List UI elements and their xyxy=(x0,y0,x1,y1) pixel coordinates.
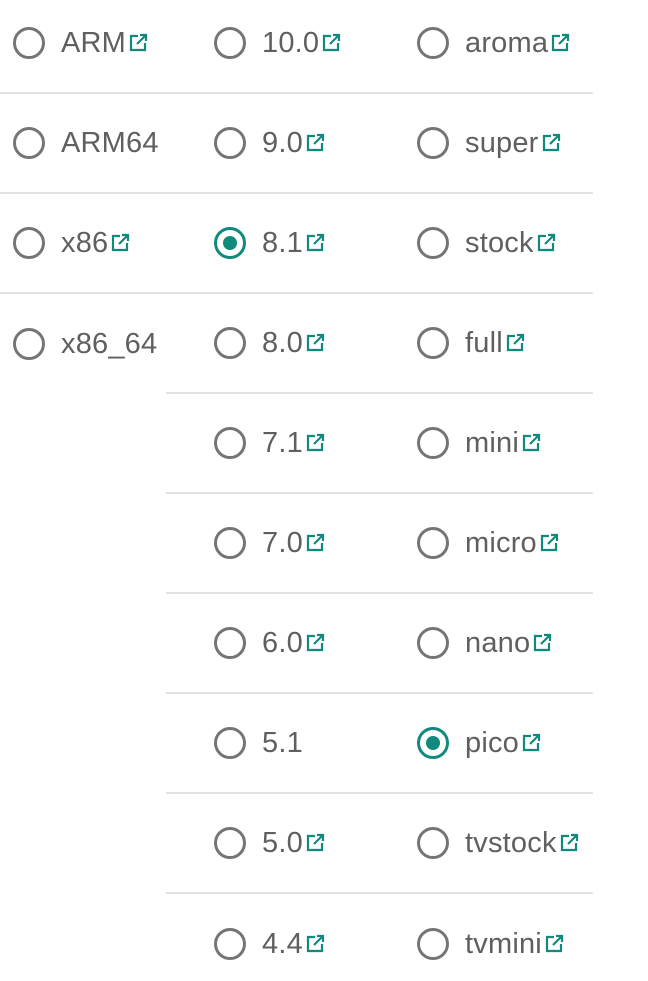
option-label: super xyxy=(465,126,539,159)
external-link-icon[interactable] xyxy=(544,934,564,954)
radio-option-platform-3[interactable]: x86 xyxy=(0,194,166,294)
external-link-icon[interactable] xyxy=(521,733,541,753)
external-link-icon[interactable] xyxy=(550,33,570,53)
radio-option-android-8[interactable]: 5.1 xyxy=(166,694,369,794)
radio-option-android-3[interactable]: 8.1 xyxy=(166,194,369,294)
option-label: 8.1 xyxy=(262,226,303,259)
option-label: tvmini xyxy=(465,927,542,960)
radio-button[interactable] xyxy=(214,527,246,559)
radio-button[interactable] xyxy=(417,27,449,59)
radio-button[interactable] xyxy=(417,127,449,159)
external-link-icon[interactable] xyxy=(110,233,130,253)
external-link-icon[interactable] xyxy=(305,833,325,853)
radio-option-variant-4[interactable]: full xyxy=(369,294,593,394)
radio-option-variant-7[interactable]: nano xyxy=(369,594,593,694)
radio-button-checked[interactable] xyxy=(13,27,45,59)
android-version-column: 10.0 9.0 8.1 8.0 7.1 7.0 6.0 5.1 5.0 4.4 xyxy=(166,0,369,981)
radio-option-android-7[interactable]: 6.0 xyxy=(166,594,369,694)
radio-button[interactable] xyxy=(214,928,246,960)
radio-button[interactable] xyxy=(214,127,246,159)
radio-button[interactable] xyxy=(417,527,449,559)
radio-option-platform-2[interactable]: ARM64 xyxy=(0,94,166,194)
radio-option-android-1[interactable]: 10.0 xyxy=(166,0,369,94)
variant-column: aroma super stock full mini micro nano p… xyxy=(369,0,593,981)
option-label: x86_64 xyxy=(61,327,158,360)
external-link-icon[interactable] xyxy=(305,934,325,954)
radio-button[interactable] xyxy=(417,427,449,459)
option-label: 5.1 xyxy=(262,726,303,759)
radio-button-checked[interactable] xyxy=(417,727,449,759)
external-link-icon[interactable] xyxy=(539,533,559,553)
radio-button-checked[interactable] xyxy=(214,227,246,259)
radio-option-variant-2[interactable]: super xyxy=(369,94,593,194)
option-label: nano xyxy=(465,626,531,659)
option-label: x86 xyxy=(61,226,109,259)
option-label: micro xyxy=(465,526,537,559)
radio-option-platform-1[interactable]: ARM xyxy=(0,0,166,94)
external-link-icon[interactable] xyxy=(521,433,541,453)
option-label: tvstock xyxy=(465,826,557,859)
radio-option-variant-8[interactable]: pico xyxy=(369,694,593,794)
radio-option-android-4[interactable]: 8.0 xyxy=(166,294,369,394)
radio-option-variant-5[interactable]: mini xyxy=(369,394,593,494)
external-link-icon[interactable] xyxy=(536,233,556,253)
external-link-icon[interactable] xyxy=(541,133,561,153)
radio-option-android-6[interactable]: 7.0 xyxy=(166,494,369,594)
external-link-icon[interactable] xyxy=(559,833,579,853)
option-label: ARM64 xyxy=(61,126,159,159)
option-label: stock xyxy=(465,226,534,259)
external-link-icon[interactable] xyxy=(128,33,148,53)
option-label: 10.0 xyxy=(262,26,320,59)
external-link-icon[interactable] xyxy=(532,633,552,653)
radio-button[interactable] xyxy=(417,928,449,960)
radio-button[interactable] xyxy=(214,327,246,359)
radio-button[interactable] xyxy=(417,827,449,859)
radio-button[interactable] xyxy=(417,227,449,259)
option-label: ARM xyxy=(61,26,127,59)
radio-option-platform-4[interactable]: x86_64 xyxy=(0,294,166,394)
option-label: 8.0 xyxy=(262,326,303,359)
external-link-icon[interactable] xyxy=(505,333,525,353)
radio-option-android-2[interactable]: 9.0 xyxy=(166,94,369,194)
radio-option-android-5[interactable]: 7.1 xyxy=(166,394,369,494)
external-link-icon[interactable] xyxy=(305,133,325,153)
external-link-icon[interactable] xyxy=(305,333,325,353)
option-label: 5.0 xyxy=(262,826,303,859)
option-label: 7.0 xyxy=(262,526,303,559)
option-label: aroma xyxy=(465,26,549,59)
radio-button[interactable] xyxy=(13,328,45,360)
option-label: pico xyxy=(465,726,519,759)
external-link-icon[interactable] xyxy=(305,433,325,453)
radio-option-variant-1[interactable]: aroma xyxy=(369,0,593,94)
radio-option-variant-6[interactable]: micro xyxy=(369,494,593,594)
radio-option-android-10[interactable]: 4.4 xyxy=(166,894,369,981)
radio-button[interactable] xyxy=(214,27,246,59)
radio-button[interactable] xyxy=(13,127,45,159)
option-label: 9.0 xyxy=(262,126,303,159)
platform-column: ARM ARM64 x86 x86_64 xyxy=(0,0,166,981)
radio-button[interactable] xyxy=(214,627,246,659)
external-link-icon[interactable] xyxy=(321,33,341,53)
option-label: mini xyxy=(465,426,519,459)
radio-button[interactable] xyxy=(214,827,246,859)
radio-button[interactable] xyxy=(417,327,449,359)
external-link-icon[interactable] xyxy=(305,533,325,553)
option-label: 6.0 xyxy=(262,626,303,659)
radio-option-variant-10[interactable]: tvmini xyxy=(369,894,593,981)
radio-button[interactable] xyxy=(214,727,246,759)
option-label: 7.1 xyxy=(262,426,303,459)
option-label: 4.4 xyxy=(262,927,303,960)
radio-button[interactable] xyxy=(214,427,246,459)
radio-option-variant-3[interactable]: stock xyxy=(369,194,593,294)
radio-button[interactable] xyxy=(13,227,45,259)
radio-button[interactable] xyxy=(417,627,449,659)
option-label: full xyxy=(465,326,503,359)
radio-option-variant-9[interactable]: tvstock xyxy=(369,794,593,894)
radio-option-android-9[interactable]: 5.0 xyxy=(166,794,369,894)
external-link-icon[interactable] xyxy=(305,633,325,653)
external-link-icon[interactable] xyxy=(305,233,325,253)
